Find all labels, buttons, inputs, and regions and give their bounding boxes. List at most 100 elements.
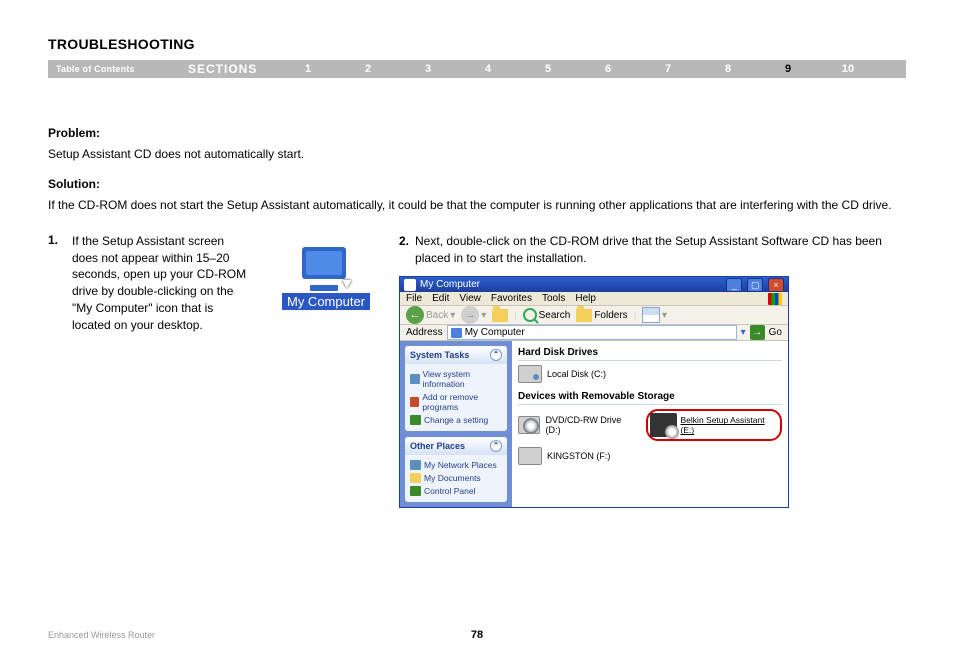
minimize-button[interactable]: _ bbox=[726, 278, 742, 292]
task-change-setting[interactable]: Change a setting bbox=[410, 413, 502, 426]
forward-button[interactable]: → ▾ bbox=[461, 306, 486, 324]
section-1[interactable]: 1 bbox=[278, 63, 338, 75]
task-add-remove[interactable]: Add or remove programs bbox=[410, 390, 502, 413]
problem-label: Problem: bbox=[48, 126, 906, 140]
section-2[interactable]: 2 bbox=[338, 63, 398, 75]
sections-label: SECTIONS bbox=[188, 62, 278, 76]
maximize-button[interactable]: ▢ bbox=[747, 278, 763, 292]
window-title: My Computer bbox=[420, 279, 480, 290]
window-titlebar[interactable]: My Computer _ ▢ × bbox=[400, 277, 788, 292]
drive-local-c[interactable]: Local Disk (C:) bbox=[518, 365, 606, 383]
folders-label: Folders bbox=[594, 310, 627, 321]
section-4[interactable]: 4 bbox=[458, 63, 518, 75]
my-computer-label: My Computer bbox=[282, 293, 370, 310]
section-10[interactable]: 10 bbox=[818, 63, 878, 75]
solution-label: Solution: bbox=[48, 177, 906, 191]
menu-help[interactable]: Help bbox=[575, 293, 596, 304]
explorer-window: My Computer _ ▢ × File Edit View Favorit… bbox=[399, 276, 789, 508]
menu-tools[interactable]: Tools bbox=[542, 293, 565, 304]
page-number: 78 bbox=[471, 629, 483, 641]
chevron-down-icon: ▾ bbox=[481, 310, 486, 321]
group-hdd: Hard Disk Drives bbox=[518, 345, 782, 361]
system-tasks-panel: System Tasks ⌃ View system information A… bbox=[405, 346, 507, 431]
dvd-icon bbox=[518, 416, 540, 434]
removable-icon bbox=[518, 447, 542, 465]
go-label: Go bbox=[769, 327, 782, 338]
search-label: Search bbox=[539, 310, 571, 321]
address-bar: Address My Computer ▾ → Go bbox=[400, 325, 788, 341]
back-button[interactable]: ← Back ▾ bbox=[406, 306, 455, 324]
section-3[interactable]: 3 bbox=[398, 63, 458, 75]
my-computer-icon[interactable] bbox=[296, 241, 356, 291]
place-documents[interactable]: My Documents bbox=[410, 471, 502, 484]
chevron-down-icon: ▾ bbox=[450, 310, 455, 321]
section-6[interactable]: 6 bbox=[578, 63, 638, 75]
cd-large-icon bbox=[650, 413, 676, 437]
views-icon bbox=[642, 307, 660, 323]
menu-favorites[interactable]: Favorites bbox=[491, 293, 532, 304]
controlpanel-icon bbox=[410, 486, 421, 496]
network-icon bbox=[410, 460, 421, 470]
back-icon: ← bbox=[406, 306, 424, 324]
menu-edit[interactable]: Edit bbox=[432, 293, 449, 304]
drive-belkin-e[interactable]: Belkin Setup Assistant (E:) bbox=[646, 409, 782, 441]
other-places-title: Other Places bbox=[410, 441, 465, 451]
search-button[interactable]: Search bbox=[523, 308, 571, 322]
menu-bar: File Edit View Favorites Tools Help bbox=[400, 292, 788, 306]
solution-text: If the CD-ROM does not start the Setup A… bbox=[48, 197, 906, 214]
section-7[interactable]: 7 bbox=[638, 63, 698, 75]
documents-icon bbox=[410, 473, 421, 483]
task-view-sysinfo[interactable]: View system information bbox=[410, 367, 502, 390]
problem-text: Setup Assistant CD does not automaticall… bbox=[48, 146, 906, 163]
address-label: Address bbox=[406, 327, 443, 338]
section-9[interactable]: 9 bbox=[758, 63, 818, 75]
step1-number: 1. bbox=[48, 233, 62, 334]
toc-link[interactable]: Table of Contents bbox=[48, 64, 188, 74]
chevron-down-icon: ▾ bbox=[662, 310, 667, 321]
address-field[interactable]: My Computer bbox=[447, 325, 737, 340]
collapse-icon[interactable]: ⌃ bbox=[490, 440, 502, 452]
task-pane: System Tasks ⌃ View system information A… bbox=[400, 341, 512, 507]
drive-dvd-d[interactable]: DVD/CD-RW Drive (D:) bbox=[518, 415, 632, 435]
section-5[interactable]: 5 bbox=[518, 63, 578, 75]
step2-number: 2. bbox=[399, 233, 409, 267]
folders-button[interactable]: Folders bbox=[576, 309, 627, 322]
back-label: Back bbox=[426, 310, 448, 321]
hdd-icon bbox=[518, 365, 542, 383]
sysinfo-icon bbox=[410, 374, 420, 384]
drive-kingston-f[interactable]: KINGSTON (F:) bbox=[518, 447, 610, 465]
menu-view[interactable]: View bbox=[459, 293, 481, 304]
other-places-header[interactable]: Other Places ⌃ bbox=[405, 437, 507, 455]
drive-label: Belkin Setup Assistant (E:) bbox=[681, 415, 774, 435]
cursor-icon bbox=[342, 275, 354, 288]
address-icon bbox=[451, 328, 462, 338]
page-footer: Enhanced Wireless Router 78 bbox=[48, 630, 906, 640]
addremove-icon bbox=[410, 397, 419, 407]
drive-label: Local Disk (C:) bbox=[547, 369, 606, 379]
system-tasks-title: System Tasks bbox=[410, 350, 469, 360]
page-heading: TROUBLESHOOTING bbox=[48, 36, 906, 52]
drive-label: KINGSTON (F:) bbox=[547, 451, 610, 461]
go-button[interactable]: → bbox=[750, 325, 765, 340]
window-buttons: _ ▢ × bbox=[724, 278, 784, 292]
step2-text: Next, double-click on the CD-ROM drive t… bbox=[415, 233, 906, 267]
toolbar: ← Back ▾ → ▾ | Search bbox=[400, 306, 788, 326]
system-tasks-header[interactable]: System Tasks ⌃ bbox=[405, 346, 507, 364]
other-places-panel: Other Places ⌃ My Network Places My Docu… bbox=[405, 437, 507, 502]
step1-text: If the Setup Assistant screen does not a… bbox=[72, 233, 253, 334]
address-dropdown-icon[interactable]: ▾ bbox=[741, 327, 746, 338]
collapse-icon[interactable]: ⌃ bbox=[490, 349, 502, 361]
windows-flag-icon bbox=[768, 293, 782, 305]
menu-file[interactable]: File bbox=[406, 293, 422, 304]
search-icon bbox=[523, 308, 537, 322]
folder-view[interactable]: Hard Disk Drives Local Disk (C:) Devices… bbox=[512, 341, 788, 507]
place-network[interactable]: My Network Places bbox=[410, 458, 502, 471]
close-button[interactable]: × bbox=[768, 278, 784, 292]
drive-label: DVD/CD-RW Drive (D:) bbox=[545, 415, 632, 435]
views-button[interactable]: ▾ bbox=[642, 307, 667, 323]
up-button[interactable] bbox=[492, 309, 508, 322]
place-controlpanel[interactable]: Control Panel bbox=[410, 484, 502, 497]
section-8[interactable]: 8 bbox=[698, 63, 758, 75]
footer-product: Enhanced Wireless Router bbox=[48, 630, 155, 640]
mycomputer-small-icon bbox=[404, 279, 416, 291]
